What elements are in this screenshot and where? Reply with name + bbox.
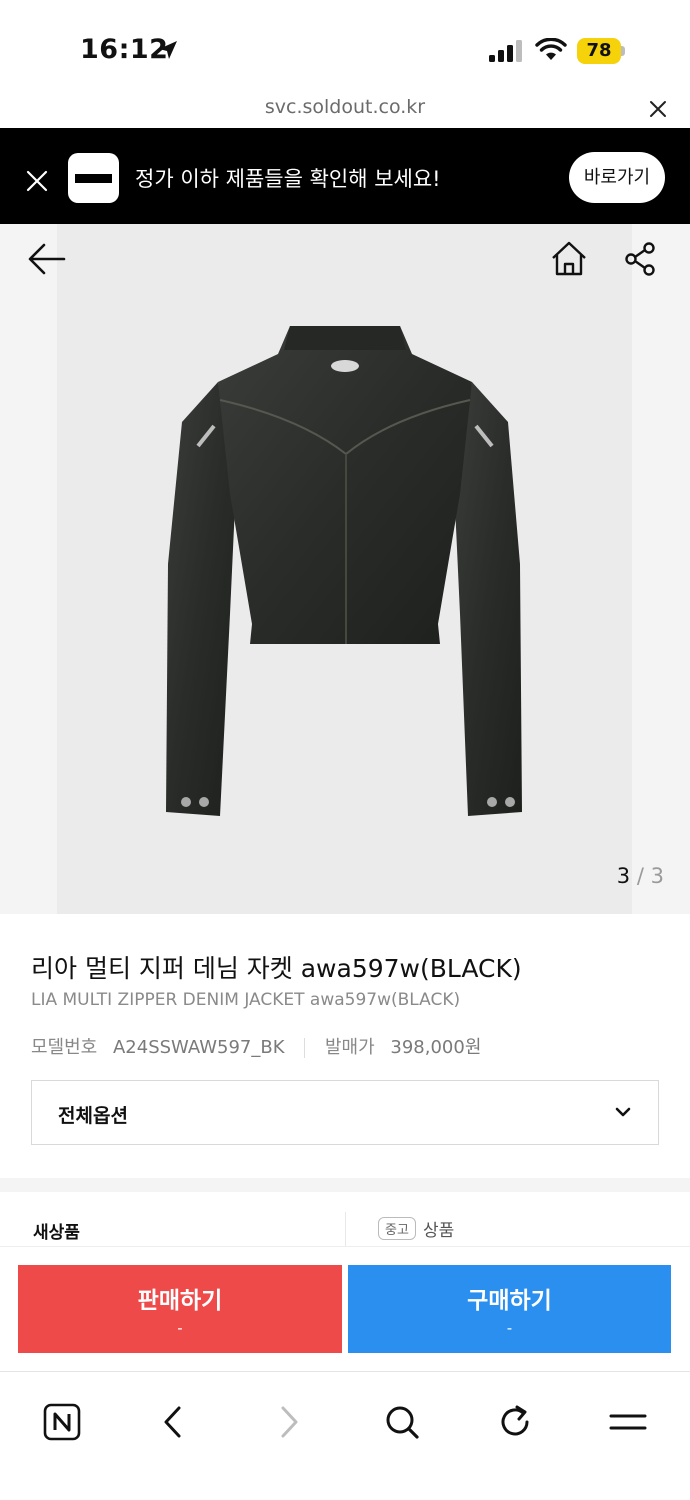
buy-button[interactable]: 구매하기 -: [348, 1265, 671, 1353]
battery-icon: 78: [577, 38, 625, 64]
banner-go-button[interactable]: 바로가기: [569, 152, 665, 203]
forward-icon[interactable]: [268, 1402, 308, 1442]
tab-used-product[interactable]: 중고 상품: [378, 1216, 455, 1241]
search-icon[interactable]: [382, 1402, 422, 1442]
refresh-icon[interactable]: [495, 1402, 535, 1442]
wifi-icon: [535, 38, 567, 60]
url-text[interactable]: svc.soldout.co.kr: [0, 96, 690, 118]
pager-current: 3: [616, 864, 631, 888]
section-separator: [0, 1178, 690, 1192]
jacket-image: [166, 326, 522, 816]
option-select-label: 전체옵션: [58, 1105, 128, 1127]
back-arrow-icon[interactable]: [28, 242, 66, 276]
action-bar: 판매하기 - 구매하기 -: [0, 1246, 690, 1371]
url-bar[interactable]: svc.soldout.co.kr: [0, 96, 690, 128]
image-pager: 3 / 3: [617, 864, 664, 888]
banner-text: 정가 이하 제품들을 확인해 보세요!: [135, 167, 441, 191]
naver-n-icon[interactable]: [42, 1402, 82, 1442]
browser-toolbar: [0, 1371, 690, 1500]
back-icon[interactable]: [154, 1402, 194, 1442]
release-price-value: 398,000원: [390, 1037, 482, 1058]
close-icon[interactable]: [648, 99, 668, 119]
app-logo: [68, 153, 119, 203]
banner-close-icon[interactable]: [26, 170, 48, 192]
buy-button-price: -: [506, 1319, 513, 1337]
condition-tabs: 새상품 중고 상품: [0, 1192, 690, 1246]
pager-separator: /: [636, 864, 644, 888]
sell-button-price: -: [177, 1319, 183, 1337]
chevron-down-icon: [615, 1107, 631, 1117]
product-meta: 모델번호 A24SSWAW597_BK 발매가 398,000원: [31, 1033, 482, 1058]
option-select[interactable]: 전체옵션: [31, 1080, 659, 1145]
product-subtitle: LIA MULTI ZIPPER DENIM JACKET awa597w(BL…: [31, 990, 461, 1010]
sell-button[interactable]: 판매하기 -: [18, 1265, 342, 1353]
model-value: A24SSWAW597_BK: [112, 1037, 285, 1058]
tab-new-product[interactable]: 새상품: [33, 1218, 80, 1243]
used-badge: 중고: [378, 1217, 416, 1240]
app-banner: 정가 이하 제품들을 확인해 보세요! 바로가기: [0, 128, 690, 224]
product-image-gallery[interactable]: 3 / 3: [0, 224, 690, 914]
model-label: 모델번호: [31, 1037, 98, 1058]
buy-button-label: 구매하기: [467, 1288, 552, 1314]
pager-total: 3: [650, 864, 664, 888]
release-price-label: 발매가: [324, 1037, 375, 1058]
home-icon[interactable]: [550, 240, 588, 278]
battery-level: 78: [586, 40, 612, 61]
product-title: 리아 멀티 지퍼 데님 자켓 awa597w(BLACK): [31, 954, 522, 983]
sell-button-label: 판매하기: [137, 1288, 223, 1314]
tab-divider: [345, 1212, 346, 1246]
signal-icon: [489, 40, 522, 62]
used-label: 상품: [423, 1221, 455, 1241]
status-bar: 16:12 78: [0, 0, 690, 96]
location-arrow-icon: [159, 41, 177, 59]
share-icon[interactable]: [624, 242, 656, 276]
meta-divider: [304, 1038, 306, 1058]
menu-icon[interactable]: [608, 1402, 648, 1442]
